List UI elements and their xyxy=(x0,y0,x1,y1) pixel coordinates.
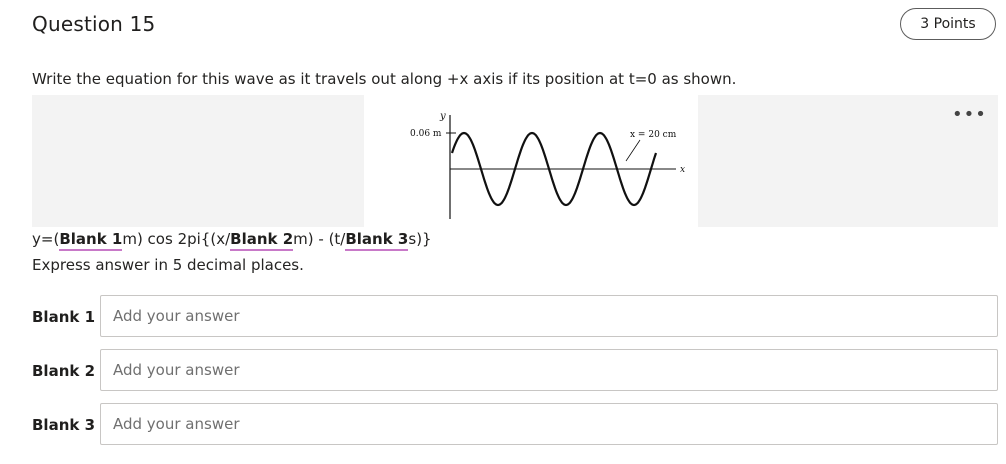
question-image-area: y 0.06 m x = 20 cm x xyxy=(32,95,998,227)
equation-prefix: y=( xyxy=(32,230,60,248)
wave-figure: y 0.06 m x = 20 cm x xyxy=(364,95,698,227)
instructions-text: Express answer in 5 decimal places. xyxy=(32,256,304,274)
blank-3-label: Blank 3 xyxy=(32,416,96,434)
equation-part-3: m) - (t/ xyxy=(293,230,346,248)
equation-suffix: s)} xyxy=(408,230,432,248)
blank-row-3: Blank 3 xyxy=(32,403,998,447)
blank-1-label: Blank 1 xyxy=(32,308,96,326)
more-options-icon[interactable]: ••• xyxy=(952,106,987,124)
question-text: Write the equation for this wave as it t… xyxy=(32,70,737,88)
x-axis-label: x xyxy=(680,165,685,175)
wavelength-pointer xyxy=(625,139,641,162)
equation-line: y=(Blank 1m) cos 2pi{(x/Blank 2m) - (t/B… xyxy=(32,230,432,251)
equation-blank-2: Blank 2 xyxy=(230,230,294,251)
blank-2-input[interactable] xyxy=(100,349,998,391)
blank-2-label: Blank 2 xyxy=(32,362,96,380)
blank-row-1: Blank 1 xyxy=(32,295,998,339)
blank-3-input[interactable] xyxy=(100,403,998,445)
wave-diagram: y 0.06 m x = 20 cm x xyxy=(410,111,685,219)
blank-row-2: Blank 2 xyxy=(32,349,998,393)
question-title: Question 15 xyxy=(32,12,156,36)
amplitude-label: 0.06 m xyxy=(410,129,442,139)
y-axis-label: y xyxy=(439,111,446,122)
points-badge: 3 Points xyxy=(900,8,996,40)
equation-blank-3: Blank 3 xyxy=(345,230,409,251)
equation-blank-1: Blank 1 xyxy=(59,230,123,251)
blank-1-input[interactable] xyxy=(100,295,998,337)
equation-part-2: m) cos 2pi{(x/ xyxy=(122,230,231,248)
wavelength-label: x = 20 cm xyxy=(630,130,677,140)
